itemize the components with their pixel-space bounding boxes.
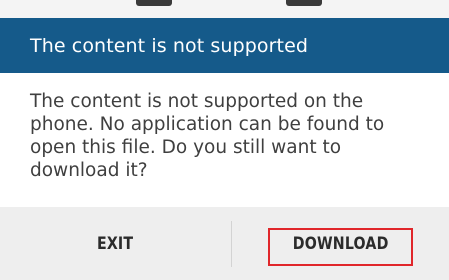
dialog-title-bar: The content is not supported — [0, 18, 449, 73]
unsupported-content-dialog: The content is not supported The content… — [0, 0, 449, 280]
exit-button-label: EXIT — [97, 234, 134, 253]
exit-button[interactable]: EXIT — [0, 207, 231, 280]
status-bar-edge — [286, 0, 322, 6]
status-bar-remnant — [0, 0, 449, 18]
dialog-body: The content is not supported on the phon… — [0, 73, 449, 207]
status-bar-edge — [136, 0, 172, 6]
dialog-message: The content is not supported on the phon… — [30, 91, 385, 181]
dialog-title: The content is not supported — [30, 34, 309, 57]
download-button-highlight — [268, 228, 413, 266]
